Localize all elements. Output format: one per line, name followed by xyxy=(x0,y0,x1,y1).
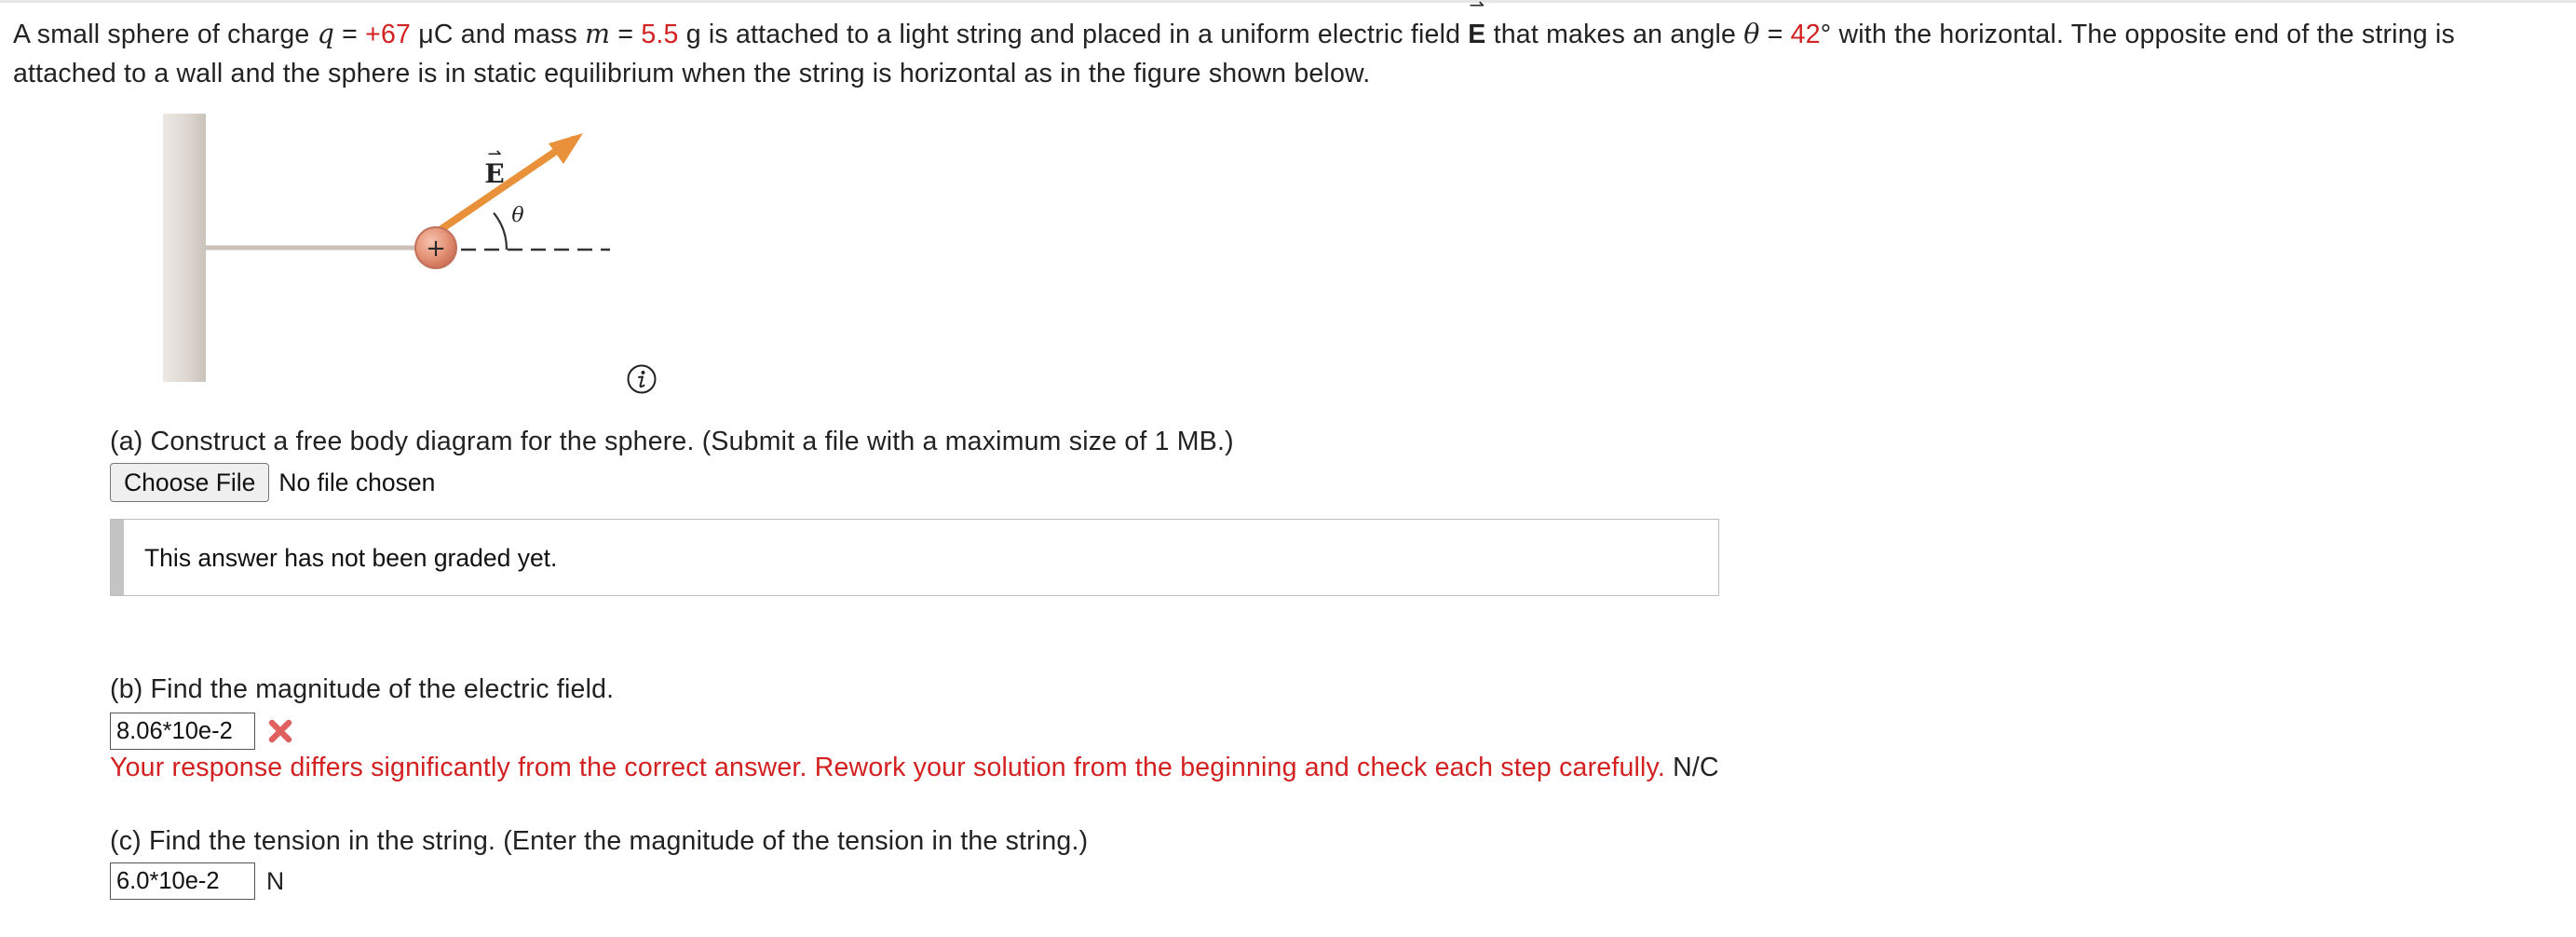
mass-symbol: m xyxy=(585,19,611,49)
electric-field-unit: N/C xyxy=(1673,753,1719,782)
problem-text: = xyxy=(610,20,642,49)
angle-label: θ xyxy=(511,204,523,227)
info-icon[interactable] xyxy=(626,363,658,395)
problem-text: that makes an angle xyxy=(1485,20,1744,49)
problem-text: = xyxy=(1759,20,1791,49)
vector-arrow: ⇀ xyxy=(1469,0,1485,16)
charge-value: +67 xyxy=(365,20,412,49)
part-c-answer-row: N xyxy=(110,862,284,901)
physics-figure: + ⇀ E θ xyxy=(163,114,610,382)
part-c-prompt: (c) Find the tension in the string. (Ent… xyxy=(110,826,1089,856)
tension-unit: N xyxy=(266,866,285,895)
grading-status-box: This answer has not been graded yet. xyxy=(110,519,1719,596)
angle-arc xyxy=(493,211,508,251)
angle-value: 42 xyxy=(1790,20,1821,49)
problem-text: A small sphere of charge xyxy=(13,20,318,49)
angle-symbol: θ xyxy=(1743,19,1760,49)
electric-field-arrow-head xyxy=(549,133,583,164)
problem-statement: A small sphere of charge q = +67 μC and … xyxy=(13,0,2565,93)
wrong-x-icon xyxy=(268,719,292,743)
field-vector-symbol: ⇀ E xyxy=(1468,0,1486,54)
problem-text: = xyxy=(334,20,366,49)
grading-status-bar xyxy=(111,520,124,595)
choose-file-button[interactable]: Choose File xyxy=(110,463,270,502)
error-feedback-text: Your response differs significantly from… xyxy=(110,753,1666,782)
file-status-text: No file chosen xyxy=(278,468,436,496)
part-b-feedback: Your response differs significantly from… xyxy=(110,753,1719,783)
mass-value: 5.5 xyxy=(641,20,679,49)
part-b-prompt: (b) Find the magnitude of the electric f… xyxy=(110,674,615,704)
top-divider xyxy=(0,0,2576,3)
tension-answer-input[interactable] xyxy=(110,862,255,900)
grading-status-message: This answer has not been graded yet. xyxy=(144,544,558,572)
part-b-answer-row xyxy=(110,712,294,751)
problem-text: μC and mass xyxy=(411,20,586,49)
wall xyxy=(163,114,206,382)
problem-text: g is attached to a light string and plac… xyxy=(678,20,1469,49)
field-label: E xyxy=(484,158,504,189)
file-upload-row: Choose File No file chosen xyxy=(110,463,435,502)
part-a-prompt: (a) Construct a free body diagram for th… xyxy=(110,427,1234,456)
electric-field-answer-input[interactable] xyxy=(110,713,255,750)
field-symbol: E xyxy=(1468,20,1486,49)
sphere-plus-sign: + xyxy=(426,235,446,263)
charge-symbol: q xyxy=(317,19,335,49)
